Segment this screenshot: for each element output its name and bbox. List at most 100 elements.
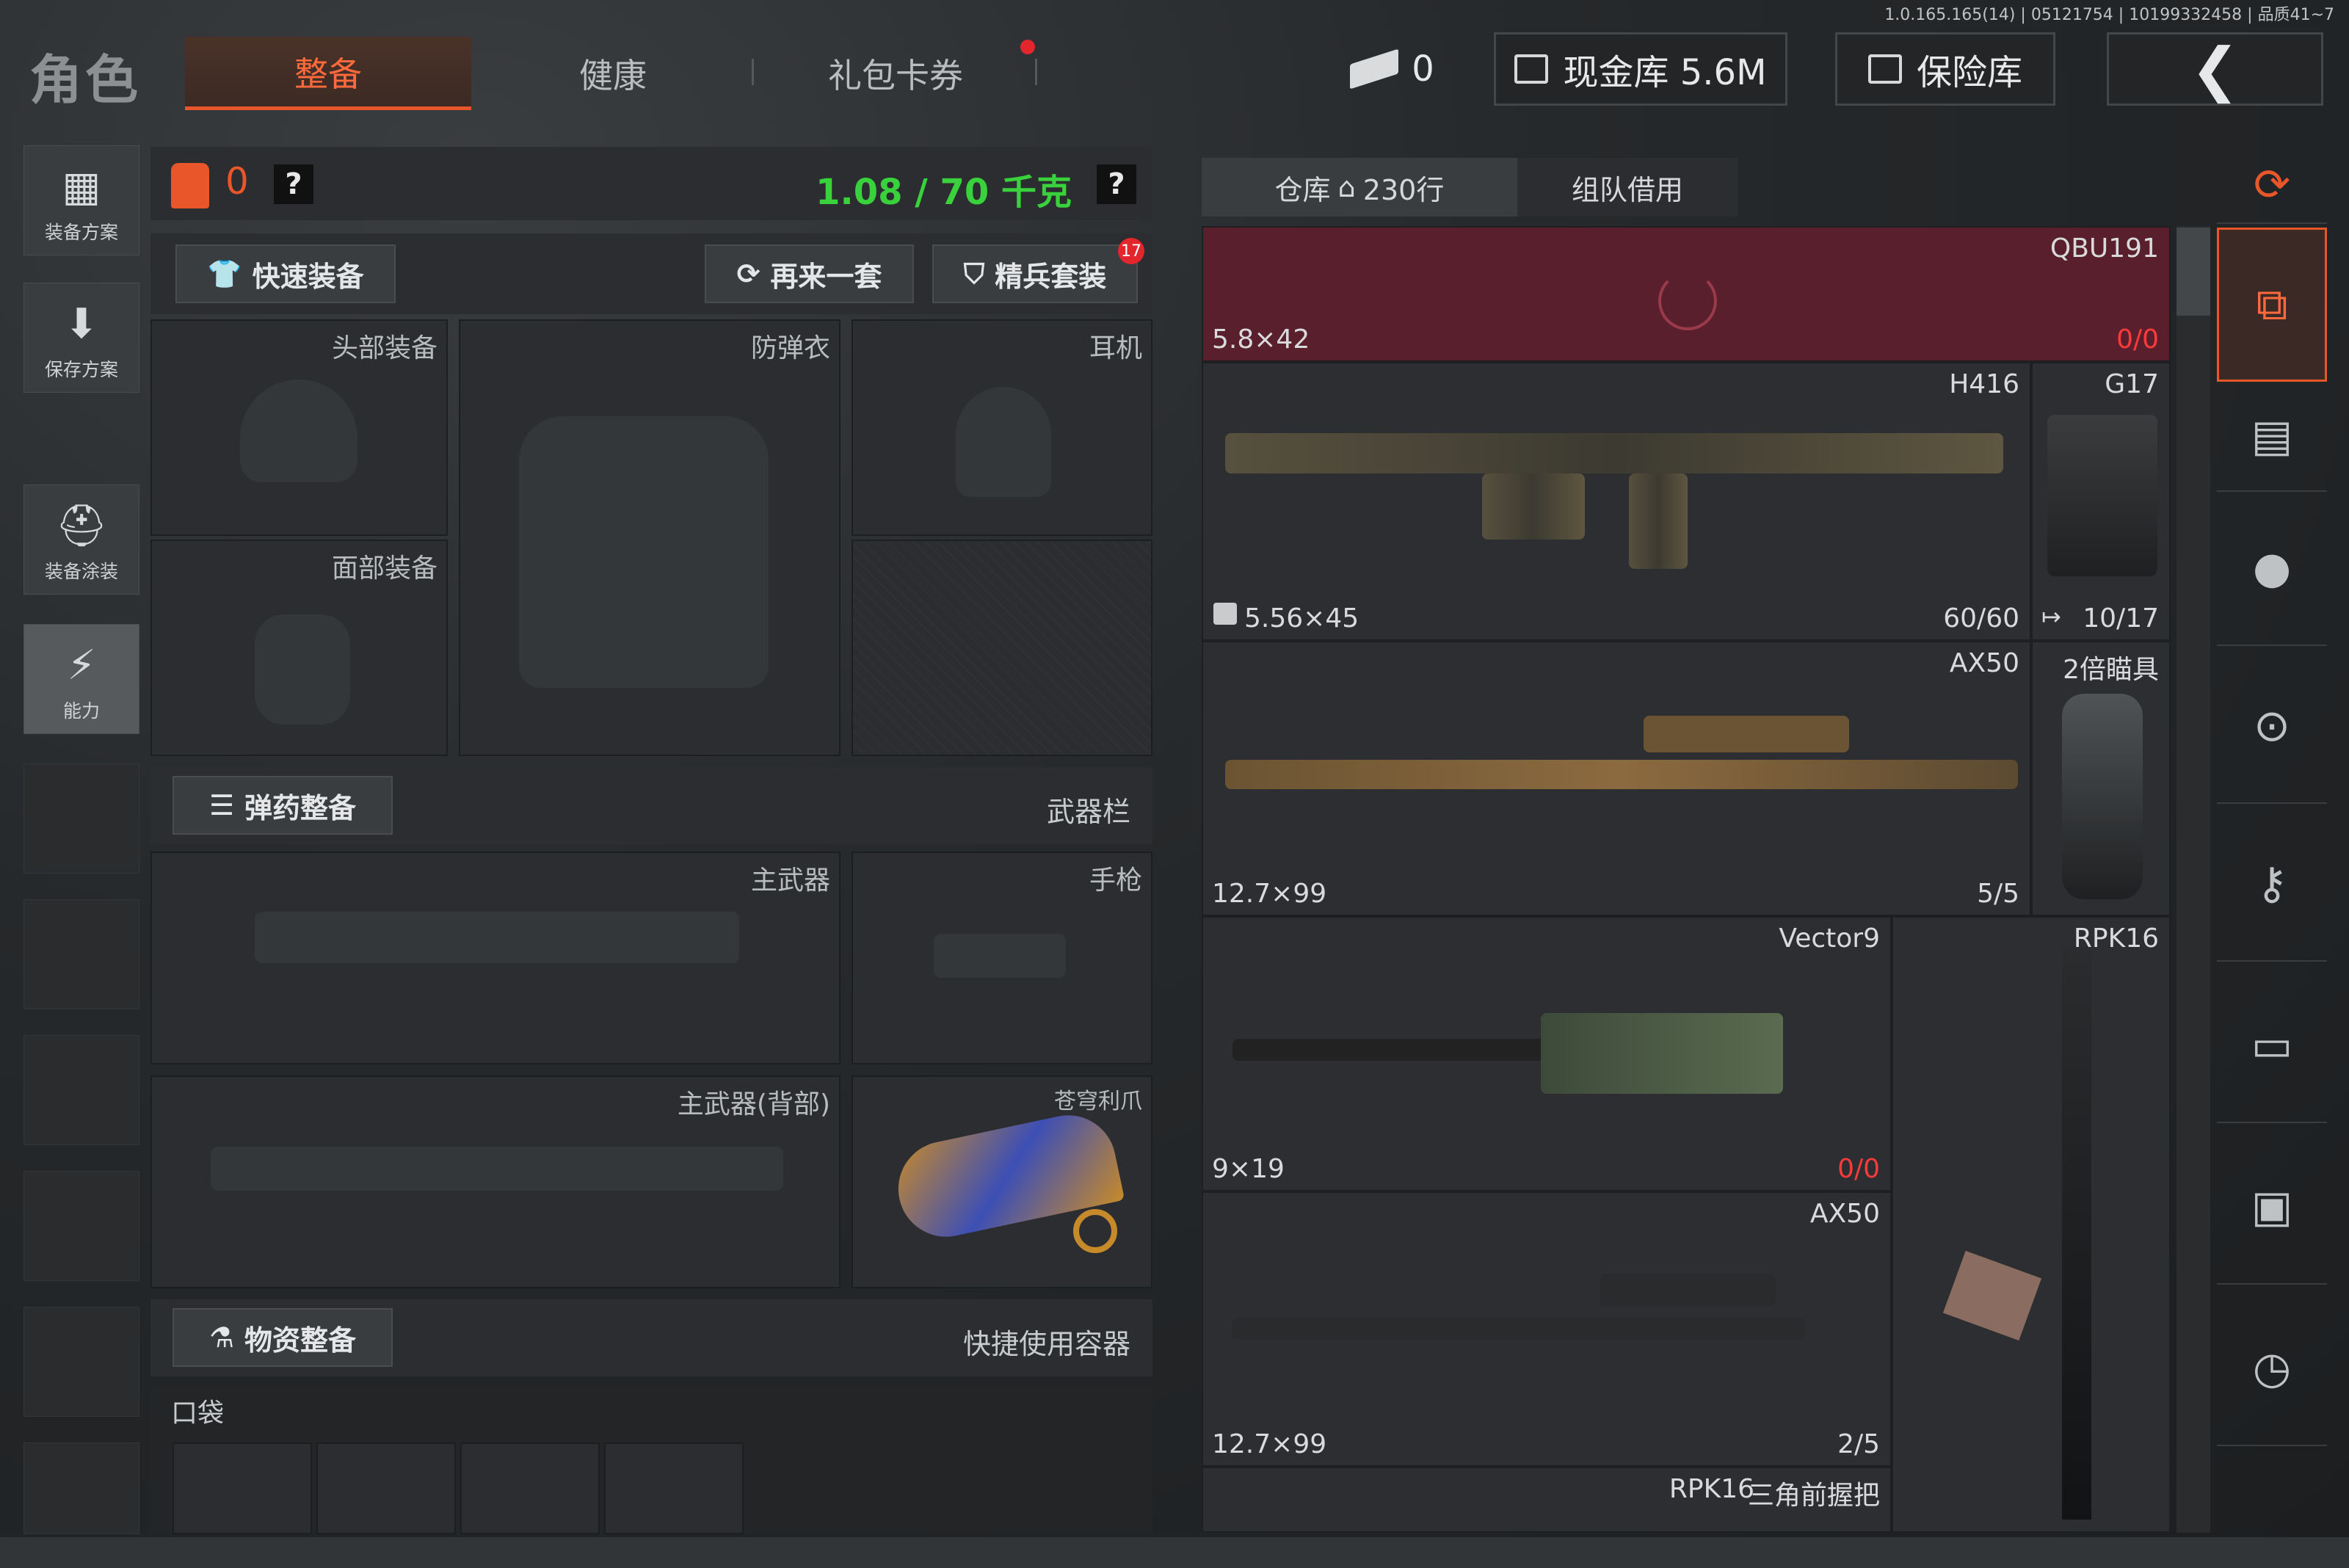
storage-grid: QBU191 5.8×42 0/0 H416 5.56×45 60/60 G17… <box>1202 226 2171 1533</box>
vest-icon: ▦ <box>62 162 101 211</box>
sidebar-item-loadout-plan[interactable]: ▦ 装备方案 <box>23 145 139 255</box>
supply-icon: ⚗ <box>208 1321 235 1354</box>
backpack-icon <box>171 163 209 208</box>
sidebar-item-save-plan[interactable]: ⬇ 保存方案 <box>23 283 139 393</box>
item-name: G17 <box>2105 369 2159 399</box>
storage-item-vector9[interactable]: Vector9 9×19 0/0 <box>1202 916 1892 1191</box>
armor-slot[interactable]: 防弹衣 <box>459 319 841 756</box>
sort-stack-icon[interactable]: ⟳ <box>2217 147 2327 224</box>
category-ammo-icon[interactable]: ⊙ <box>2217 650 2327 804</box>
headset-icon <box>956 387 1051 497</box>
vault-icon <box>1514 54 1549 84</box>
item-name: 2倍瞄具 <box>2063 655 2159 685</box>
primary-weapon-slot[interactable]: 主武器 <box>150 852 841 1064</box>
storage-item-ax50-2[interactable]: AX50 12.7×99 2/5 <box>1202 1191 1892 1467</box>
tab-team-borrow[interactable]: 组队借用 <box>1517 158 1738 217</box>
gas-mask-icon <box>255 614 350 725</box>
melee-slot[interactable]: 苍穹利爪 <box>852 1075 1152 1288</box>
safe-label: 保险库 <box>1916 52 2022 93</box>
elite-set-button[interactable]: ⛉ 精兵套装 <box>932 244 1138 303</box>
back-weapon-slot[interactable]: 主武器(背部) <box>150 1075 841 1288</box>
slot-label: 防弹衣 <box>750 333 830 363</box>
button-label: 再来一套 <box>770 260 882 293</box>
tab-loadout[interactable]: 整备 <box>185 37 471 110</box>
category-key-icon[interactable]: ⚷ <box>2217 807 2327 962</box>
item-ammo: 0/0 <box>1837 1154 1880 1184</box>
safe-icon <box>1867 54 1902 84</box>
tab-warehouse[interactable]: 仓库 ⌂ 230行 <box>1202 158 1517 217</box>
loading-spinner-icon <box>1658 272 1717 330</box>
quick-container-label: 快捷使用容器 <box>962 1328 1130 1360</box>
storage-item-ax50[interactable]: AX50 12.7×99 5/5 <box>1202 641 2031 916</box>
sidebar-item-label: 装备涂装 <box>44 561 118 582</box>
pocket-slot[interactable] <box>460 1442 600 1534</box>
again-button[interactable]: ⟳ 再来一套 <box>705 244 914 303</box>
storage-item-rpk16[interactable]: RPK16 <box>1892 916 2171 1533</box>
cash-vault-label: 现金库 5.6M <box>1563 52 1767 93</box>
storage-scrollbar[interactable] <box>2176 226 2210 1533</box>
warehouse-rows: 230行 <box>1362 173 1445 206</box>
pocket-slot[interactable] <box>173 1442 312 1534</box>
supply-loadout-button[interactable]: ⚗ 物资整备 <box>173 1308 393 1367</box>
storage-item-rpk16-2[interactable]: RPK16 三角前握把 <box>1202 1467 1892 1533</box>
safe-button[interactable]: 保险库 <box>1835 32 2055 106</box>
quick-equip-button[interactable]: 👕 快速装备 <box>175 244 396 303</box>
ticket-counter[interactable]: 0 <box>1340 32 1446 106</box>
button-label: 物资整备 <box>244 1324 357 1357</box>
shield-icon: ⛉ <box>963 257 985 290</box>
item-ammo: 60/60 <box>1943 603 2019 634</box>
tab-gift-vouchers[interactable]: 礼包卡券 <box>752 37 1039 110</box>
sidebar-empty-slot <box>23 763 139 874</box>
ticket-count: 0 <box>1412 48 1434 90</box>
tab-health[interactable]: 健康 <box>470 37 756 110</box>
face-slot[interactable]: 面部装备 <box>150 540 448 756</box>
weapon-bar-label: 武器栏 <box>1046 796 1130 828</box>
category-grenade-icon[interactable]: ● <box>2217 492 2327 646</box>
supply-header: ⚗ 物资整备 快捷使用容器 <box>150 1299 1152 1376</box>
item-ammo: 0/0 <box>2116 324 2159 355</box>
category-all-icon[interactable]: ⧉ <box>2217 228 2327 382</box>
slot-label: 耳机 <box>1089 333 1142 363</box>
vest-icon <box>519 416 769 688</box>
category-recent-icon[interactable]: ◷ <box>2217 1292 2327 1446</box>
item-name: H416 <box>1949 369 2019 399</box>
pocket-slot[interactable] <box>316 1442 456 1534</box>
button-label: 精兵套装 <box>995 260 1107 293</box>
sidebar-item-equipment-skin[interactable]: ⛑ 装备涂装 <box>23 484 139 595</box>
category-box-icon[interactable]: ▣ <box>2217 1130 2327 1285</box>
help-icon[interactable]: ? <box>274 164 313 204</box>
ammo-loadout-button[interactable]: ☰ 弹药整备 <box>173 776 393 835</box>
pocket-slot[interactable] <box>604 1442 744 1534</box>
pistol-icon <box>934 934 1066 978</box>
lmg-magazine-icon <box>1942 1250 2042 1341</box>
sniper-rifle-icon <box>1225 760 2018 789</box>
scope-icon <box>1644 716 1849 752</box>
sidebar-item-ability[interactable]: ⚡ 能力 <box>23 624 139 734</box>
tab-label: 仓库 <box>1274 173 1331 206</box>
rifle-magazine-icon <box>1629 473 1688 569</box>
head-slot[interactable]: 头部装备 <box>150 319 448 536</box>
category-armor-icon[interactable]: ▤ <box>2217 382 2327 492</box>
notification-dot <box>1020 40 1035 54</box>
back-button[interactable]: ❮ <box>2107 32 2323 106</box>
storage-item-g17[interactable]: G17 ↦ 10/17 <box>2031 362 2171 641</box>
headset-slot[interactable]: 耳机 <box>852 319 1152 536</box>
bundle-icon <box>1213 603 1237 625</box>
pistol-slot[interactable]: 手枪 <box>852 852 1152 1064</box>
storage-item-2x-scope[interactable]: 2倍瞄具 <box>2031 641 2171 916</box>
storage-item-h416[interactable]: H416 5.56×45 60/60 <box>1202 362 2031 641</box>
weight-bar: 0 ? 1.08 / 70 千克 ? <box>150 147 1152 220</box>
help-icon[interactable]: ? <box>1097 164 1136 204</box>
item-name: AX50 <box>1949 648 2019 678</box>
scope-icon <box>2062 694 2143 899</box>
sidebar-item-label: 装备方案 <box>44 222 118 243</box>
rifle-icon <box>255 912 739 963</box>
sidebar-empty-slot <box>23 1442 139 1534</box>
cash-vault-button[interactable]: 现金库 5.6M <box>1494 32 1787 106</box>
equip-arrow-icon: ↦ <box>2041 603 2061 631</box>
helmet-icon <box>240 380 357 482</box>
bottom-bar <box>0 1537 2349 1568</box>
storage-item-qbu191[interactable]: QBU191 5.8×42 0/0 <box>1202 226 2171 362</box>
storage-scroll-thumb[interactable] <box>2176 228 2210 316</box>
category-cash-icon[interactable]: ▭ <box>2217 969 2327 1123</box>
